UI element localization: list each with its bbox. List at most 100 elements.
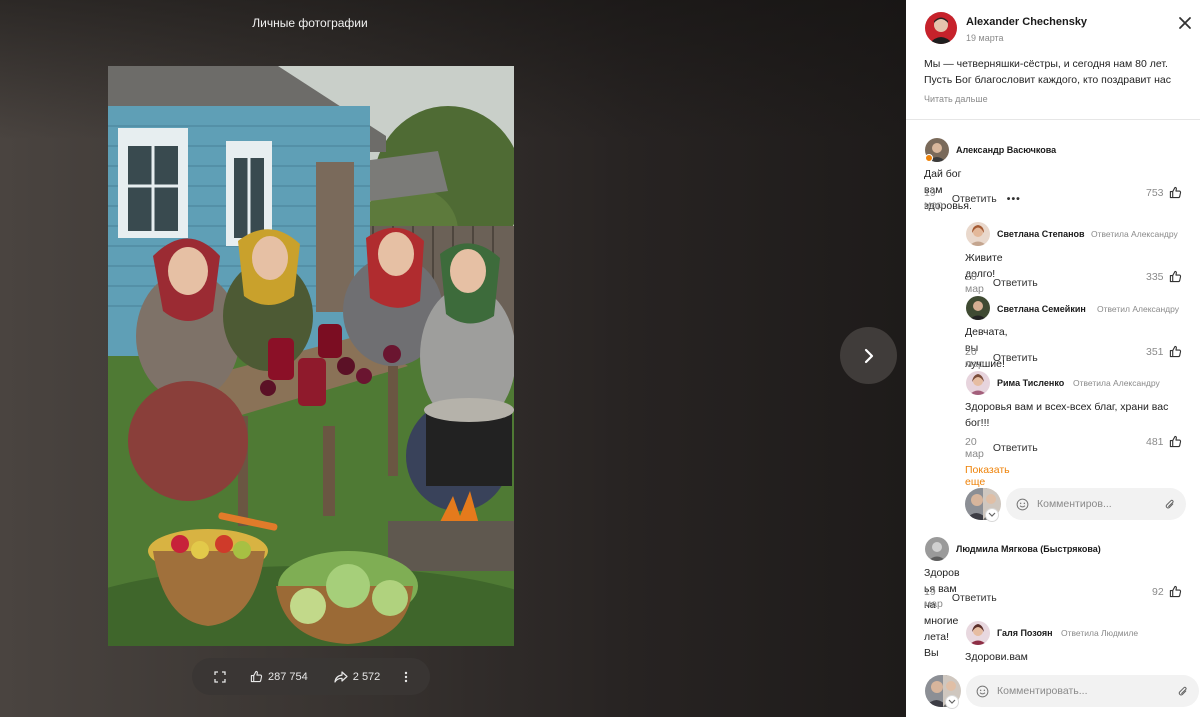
avatar-image [966,296,990,320]
comment-like-button[interactable]: 92 [1152,585,1182,598]
comment-meta: 20 мар Ответить [965,346,1038,370]
comment-like-count: 351 [1146,345,1164,358]
reply-to-label: Ответил Александру [1097,304,1180,314]
comment-like-count: 335 [1146,270,1164,283]
author-avatar[interactable] [925,12,957,44]
account-switch-button[interactable] [985,508,999,522]
show-more-replies-link[interactable]: Показать еще [965,464,1010,488]
comment-meta: 20 мар Ответить [965,271,1038,295]
share-button[interactable]: 2 572 [334,670,381,683]
comment-text: Здорови.вам [965,651,1028,663]
read-more-link[interactable]: Читать дальше [924,94,988,104]
reply-button[interactable]: Ответить [952,592,997,604]
chevron-down-icon [988,512,996,517]
like-count: 287 754 [268,670,308,683]
next-photo-button[interactable] [840,327,897,384]
photo-illustration [108,66,514,646]
composer-avatar[interactable] [965,488,1001,522]
photo-action-bar: 287 754 2 572 [192,658,430,695]
comment-meta: 19 мар Ответить ••• [924,187,1021,211]
avatar-image [966,371,990,395]
avatar-image [966,222,990,246]
thumbs-up-icon [1169,435,1181,448]
share-icon [334,670,348,683]
comment-more-button[interactable]: ••• [1007,193,1021,205]
comment-like-count: 92 [1152,585,1164,598]
thumbs-up-icon [1169,345,1181,358]
commenter-name[interactable]: Светлана Степанов [997,229,1086,239]
comment-field[interactable] [966,675,1199,707]
comment-like-button[interactable]: 335 [1146,270,1182,283]
comment-like-button[interactable]: 481 [1146,435,1182,448]
post-text-line-2: Пусть Бог благословит каждого, кто поздр… [924,74,1171,86]
fullscreen-button[interactable] [214,670,226,683]
thumbs-up-icon [250,670,263,683]
album-title[interactable]: Личные фотографии [0,16,620,30]
commenter-name[interactable]: Рима Тисленко [997,378,1077,388]
reply-button[interactable]: Ответить [993,352,1038,364]
avatar[interactable] [925,537,949,561]
comment-text-line-1: Здоровья вам и всех-всех благ, храни вас [965,401,1169,413]
emoji-icon[interactable] [1016,498,1029,511]
comment-date: 20 мар [965,346,984,370]
post-header: Alexander Chechensky 19 марта Мы — четве… [906,0,1200,120]
avatar[interactable] [966,296,990,320]
comment-like-count: 481 [1146,435,1164,448]
avatar[interactable] [966,222,990,246]
commenter-name[interactable]: Светлана Семейкин [997,304,1093,314]
chevron-down-icon [948,699,956,704]
main-photo[interactable] [108,66,514,646]
fullscreen-icon [214,670,226,683]
comment-like-button[interactable]: 753 [1146,186,1182,199]
comment-date: 19 мар [924,187,943,211]
reply-button[interactable]: Ответить [952,193,997,205]
account-switch-button[interactable] [945,695,959,709]
reply-to-label: Ответила Александру [1073,378,1160,388]
close-icon [1179,17,1191,29]
like-button[interactable]: 287 754 [250,670,308,683]
composer-avatar[interactable] [925,675,961,709]
reply-button[interactable]: Ответить [993,277,1038,289]
vertical-dots-icon [405,671,408,682]
comment-text-line-2: бог!!! [965,417,990,429]
thumbs-up-icon [1169,585,1181,598]
avatar[interactable] [966,621,990,645]
commenter-name[interactable]: Галя Позоян [997,628,1067,638]
avatar-image [925,12,957,44]
author-name[interactable]: Alexander Chechensky [966,16,1087,28]
status-badge [925,154,933,162]
close-button[interactable] [1176,14,1194,32]
post-date: 19 марта [966,33,1004,43]
chevron-right-icon [864,348,873,363]
comment-input[interactable] [997,685,1169,697]
post-text: Мы — четверняшки-сёстры, и сегодня нам 8… [924,56,1196,88]
comment-meta: 20 мар Ответить [965,436,1038,460]
comment-like-button[interactable]: 351 [1146,345,1182,358]
paperclip-icon[interactable] [1177,685,1189,698]
avatar-image [925,537,949,561]
paperclip-icon[interactable] [1164,498,1176,511]
commenter-name[interactable]: Александр Васючкова [956,145,1186,155]
reply-to-label: Ответила Людмиле [1061,628,1139,638]
comment-text: Здоровья вам и всех-всех благ, храни вас… [965,399,1195,431]
comment-meta: 19 мар Ответить [924,586,997,610]
photo-viewer: Личные фотографии 287 754 2 572 [0,0,906,717]
reply-comment-field[interactable] [1006,488,1186,520]
more-options-button[interactable] [404,671,408,683]
comment-date: 19 мар [924,586,943,610]
comments-panel: Alexander Chechensky 19 марта Мы — четве… [906,0,1200,717]
thumbs-up-icon [1169,270,1181,283]
thumbs-up-icon [1169,186,1181,199]
comment-like-count: 753 [1146,186,1164,199]
emoji-icon[interactable] [976,685,989,698]
avatar-image [966,621,990,645]
reply-button[interactable]: Ответить [993,442,1038,454]
avatar[interactable] [966,371,990,395]
reply-to-label: Ответила Александру [1091,229,1178,239]
commenter-name[interactable]: Людмила Мягкова (Быстрякова) [956,544,1186,554]
comment-date: 20 мар [965,271,984,295]
reply-comment-input[interactable] [1037,498,1156,510]
comment-date: 20 мар [965,436,984,460]
share-count: 2 572 [352,670,381,683]
post-text-line-1: Мы — четверняшки-сёстры, и сегодня нам 8… [924,58,1168,70]
